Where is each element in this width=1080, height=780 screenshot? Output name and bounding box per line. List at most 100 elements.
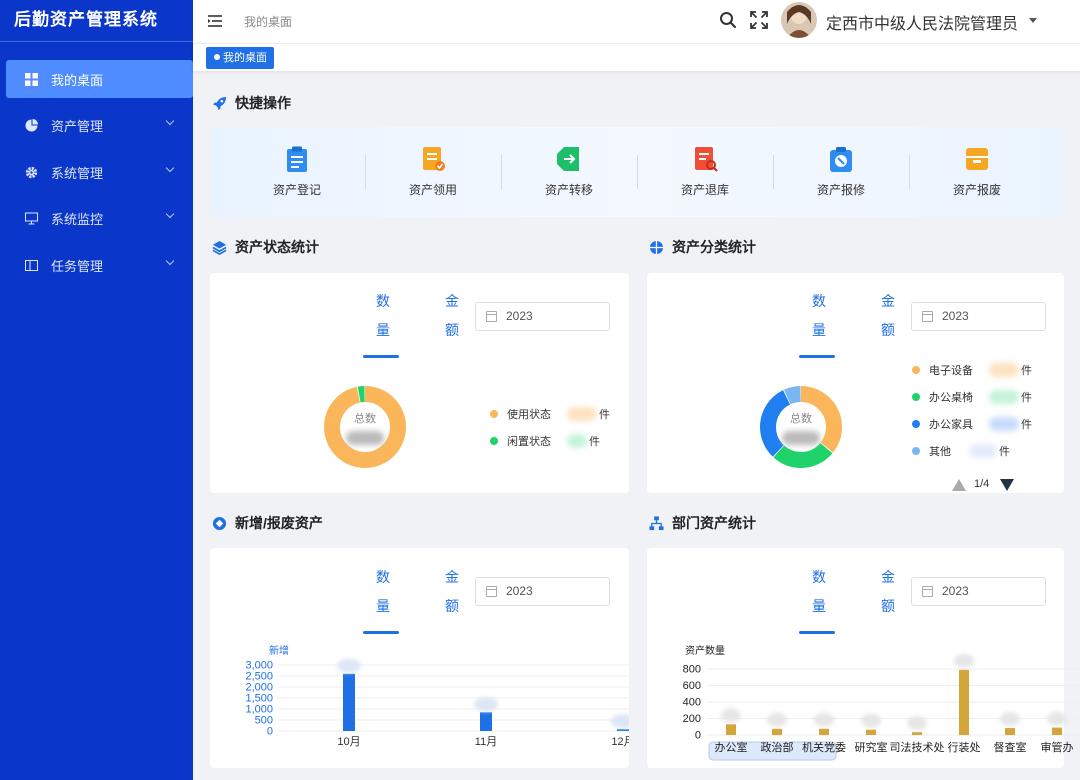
legend-pager: 1/4 bbox=[974, 478, 990, 490]
avatar[interactable] bbox=[781, 2, 817, 38]
bar[interactable] bbox=[959, 669, 969, 735]
status-card: 数量 金额 2023 总数 使用状态 件 闲置状态 件 bbox=[210, 273, 629, 493]
tab-count[interactable]: 数量 bbox=[799, 563, 839, 621]
legend-dot bbox=[490, 410, 498, 418]
bar[interactable] bbox=[912, 732, 922, 735]
redacted-value bbox=[337, 658, 361, 673]
bar[interactable] bbox=[480, 712, 492, 731]
dept-chart: 资产数量 800 600 400 200 0 办公室 政治部 机关党委 研究室 司法技术处 行装处督… bbox=[683, 644, 1080, 761]
quick-item-transfer[interactable]: 资产转移 bbox=[501, 127, 637, 217]
task-icon bbox=[24, 258, 38, 272]
page-prev-icon[interactable] bbox=[952, 479, 966, 491]
sidebar-item-system-monitor[interactable]: 系统监控 bbox=[6, 199, 193, 237]
menu-toggle-icon[interactable] bbox=[207, 13, 223, 29]
quick-item-label: 资产领用 bbox=[408, 183, 457, 197]
calendar-icon bbox=[486, 586, 497, 597]
quick-item-return[interactable]: 资产退库 bbox=[637, 127, 773, 217]
legend-item: 使用状态 件 bbox=[490, 406, 610, 422]
new-scrap-chart: 新增 3,0002,5002,0001,5001,000500010月 11月 12… bbox=[245, 644, 629, 748]
tab-count[interactable]: 数量 bbox=[799, 287, 839, 345]
quick-item-requisition[interactable]: 资产领用 bbox=[365, 127, 501, 217]
document-icon bbox=[419, 145, 447, 173]
status-donut: 总数 bbox=[324, 386, 406, 468]
axis-label: 资产数量 bbox=[685, 644, 725, 657]
tab-count[interactable]: 数量 bbox=[363, 563, 403, 621]
tab-count[interactable]: 数量 bbox=[363, 287, 403, 345]
pie-icon bbox=[24, 118, 38, 132]
bar[interactable] bbox=[819, 728, 829, 735]
redacted-value bbox=[611, 714, 629, 729]
redacted-value bbox=[969, 444, 997, 458]
sidebar-item-label: 系统管理 bbox=[51, 165, 104, 181]
dept-card: 数量 金额 2023 资产数量 800 600 400 200 0 办公室 政治部 机关党委研… bbox=[647, 548, 1080, 768]
redacted-value bbox=[989, 417, 1019, 431]
tab-indicator bbox=[799, 631, 835, 634]
quick-item-scrap[interactable]: 资产报废 bbox=[909, 127, 1045, 217]
x-tick-label: 10月 bbox=[337, 736, 360, 748]
quick-item-label: 资产报修 bbox=[816, 183, 865, 197]
year-picker[interactable]: 2023 bbox=[911, 577, 1046, 606]
dot-icon bbox=[214, 54, 220, 60]
tab-indicator bbox=[363, 631, 399, 634]
legend-unit: 件 bbox=[589, 436, 600, 448]
bar[interactable] bbox=[772, 728, 782, 735]
breadcrumb[interactable]: 我的桌面 bbox=[244, 13, 292, 30]
legend-label: 其他 bbox=[929, 446, 951, 458]
org-chart-icon bbox=[648, 515, 664, 531]
tab-amount[interactable]: 金额 bbox=[432, 563, 472, 621]
quick-item-label: 资产登记 bbox=[272, 183, 321, 197]
page-next-icon[interactable] bbox=[1000, 479, 1014, 491]
dept-section-title: 部门资产统计 bbox=[648, 513, 756, 533]
bar[interactable] bbox=[1005, 727, 1015, 735]
bar[interactable] bbox=[343, 673, 355, 731]
tab-amount[interactable]: 金额 bbox=[868, 563, 908, 621]
quick-item-repair[interactable]: 资产报修 bbox=[773, 127, 909, 217]
y-tick-label: 600 bbox=[683, 680, 701, 692]
legend-label: 电子设备 bbox=[929, 365, 973, 377]
legend-unit: 件 bbox=[999, 446, 1010, 458]
y-tick-label: 0 bbox=[267, 726, 273, 738]
monitor-icon bbox=[24, 211, 38, 225]
bar[interactable] bbox=[1052, 727, 1062, 735]
year-value: 2023 bbox=[942, 584, 969, 598]
x-tick-label: 研究室 bbox=[855, 740, 888, 754]
chevron-down-icon bbox=[165, 116, 175, 126]
quick-section-title: 快捷操作 bbox=[211, 93, 291, 113]
year-value: 2023 bbox=[506, 309, 533, 323]
donut-center-label: 总数 bbox=[790, 411, 812, 425]
bar[interactable] bbox=[726, 724, 736, 735]
scrap-icon bbox=[963, 145, 991, 173]
section-title-text: 资产状态统计 bbox=[235, 239, 319, 255]
year-picker[interactable]: 2023 bbox=[475, 302, 610, 331]
redacted-value bbox=[782, 431, 820, 445]
year-picker[interactable]: 2023 bbox=[475, 577, 610, 606]
x-tick-label: 政治部 bbox=[761, 740, 794, 754]
tab-amount[interactable]: 金额 bbox=[868, 287, 908, 345]
quick-item-register[interactable]: 资产登记 bbox=[229, 127, 365, 217]
tab-amount[interactable]: 金额 bbox=[432, 287, 472, 345]
sidebar-item-desktop[interactable]: 我的桌面 bbox=[6, 60, 193, 98]
legend-unit: 件 bbox=[599, 409, 610, 421]
category-card: 数量 金额 2023 总数 电子设备 件 办公桌椅 件 办公家具 件 其他 件 … bbox=[647, 273, 1064, 493]
tag-label: 我的桌面 bbox=[223, 52, 267, 64]
user-name[interactable]: 定西市中级人民法院管理员 bbox=[826, 10, 1018, 34]
redacted-value bbox=[567, 407, 597, 421]
tag-desktop[interactable]: 我的桌面 bbox=[206, 47, 274, 69]
search-icon[interactable] bbox=[719, 11, 737, 29]
quick-item-label: 资产转移 bbox=[544, 183, 593, 197]
year-picker[interactable]: 2023 bbox=[911, 302, 1046, 331]
sidebar-item-system-management[interactable]: 系统管理 bbox=[6, 153, 193, 191]
bar[interactable] bbox=[617, 729, 629, 731]
bar[interactable] bbox=[866, 729, 876, 735]
chevron-down-icon bbox=[165, 163, 175, 173]
fullscreen-icon[interactable] bbox=[750, 11, 768, 29]
tags-bar: 我的桌面 bbox=[193, 44, 1080, 72]
sidebar-item-asset-management[interactable]: 资产管理 bbox=[6, 106, 193, 144]
sidebar-item-task-management[interactable]: 任务管理 bbox=[6, 246, 193, 284]
caret-down-icon[interactable] bbox=[1029, 18, 1037, 23]
new-scrap-section-title: 新增/报废资产 bbox=[211, 513, 323, 533]
chevron-down-icon bbox=[165, 256, 175, 266]
legend-item: 办公桌椅 件 bbox=[912, 389, 1032, 405]
section-title-text: 资产分类统计 bbox=[672, 239, 756, 255]
transfer-icon bbox=[555, 145, 583, 173]
